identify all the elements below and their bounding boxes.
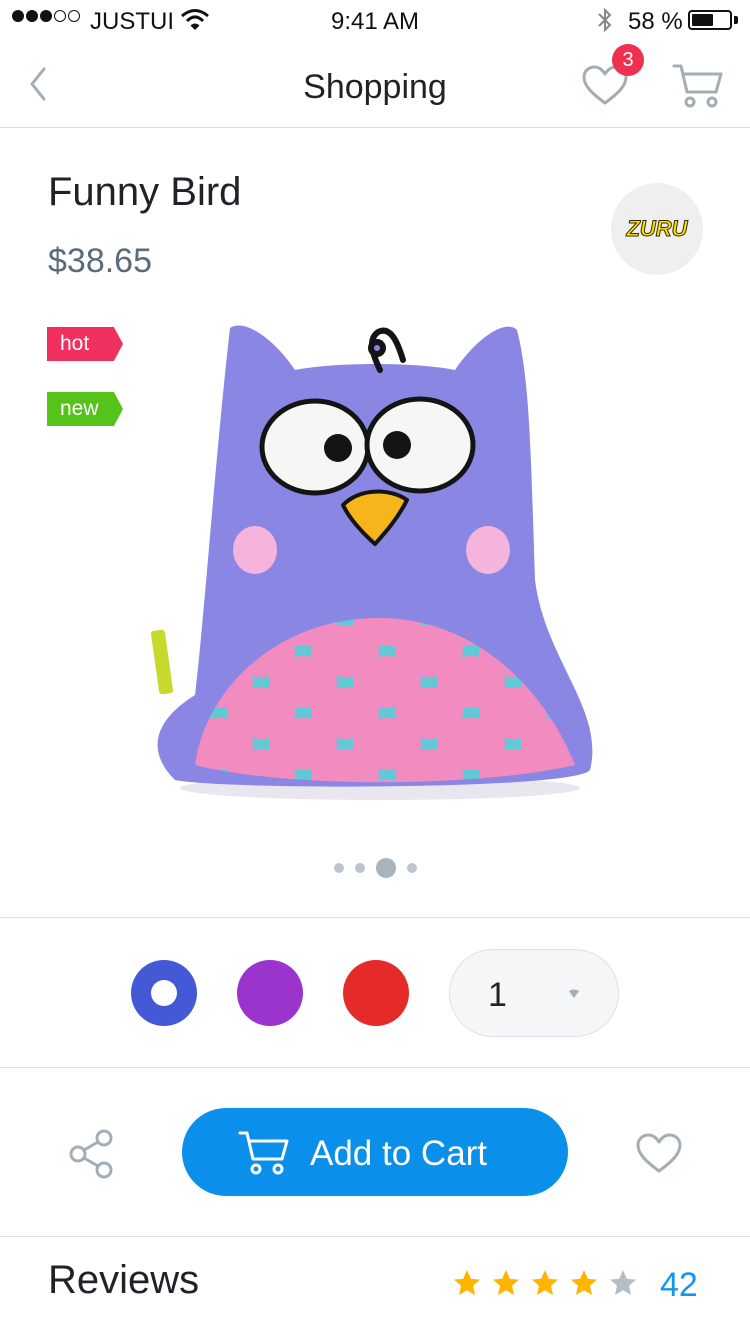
battery-icon (688, 10, 732, 30)
battery-tip (734, 16, 738, 24)
color-swatch-red[interactable] (343, 960, 409, 1026)
heart-icon[interactable] (634, 1130, 684, 1176)
tag-new: new (47, 392, 123, 426)
tag-hot: hot (47, 327, 123, 361)
product-image[interactable] (135, 310, 615, 820)
color-swatch-blue[interactable] (131, 960, 197, 1026)
brand-logo[interactable]: ZURU (611, 183, 703, 275)
pager-dot[interactable] (375, 858, 396, 878)
pager-dot[interactable] (406, 863, 417, 873)
add-to-cart-button[interactable]: Add to Cart (182, 1108, 568, 1196)
add-to-cart-label: Add to Cart (310, 1134, 488, 1173)
image-pager (0, 858, 750, 878)
share-icon[interactable] (66, 1128, 118, 1180)
star-icon (493, 1270, 519, 1295)
divider (0, 917, 750, 918)
star-icon (610, 1270, 636, 1295)
quantity-select[interactable]: 1 (449, 949, 619, 1037)
navigation-bar: Shopping 3 (0, 40, 750, 128)
brand-name: ZURU (626, 216, 688, 242)
page-title: Shopping (303, 68, 447, 106)
battery-level (692, 14, 713, 26)
star-icon (571, 1270, 597, 1295)
star-icon (454, 1270, 480, 1295)
color-swatch-purple[interactable] (237, 960, 303, 1026)
divider (0, 1067, 750, 1068)
status-bar: JUSTUI 9:41 AM 58 % (0, 0, 750, 40)
pager-dot[interactable] (333, 863, 344, 873)
bluetooth-icon (598, 7, 612, 33)
divider (0, 1236, 750, 1237)
reviews-title: Reviews (48, 1258, 200, 1302)
star-icon (532, 1270, 558, 1295)
favorites-badge: 3 (612, 44, 644, 76)
dropdown-caret-icon (569, 989, 579, 998)
reviews-count[interactable]: 42 (660, 1266, 698, 1305)
quantity-value: 1 (488, 976, 507, 1014)
product-screen: JUSTUI 9:41 AM 58 % Shopping 3 Funny Bir… (0, 0, 750, 1334)
rating-stars[interactable] (452, 1268, 638, 1298)
cart-icon[interactable] (672, 62, 724, 110)
cart-icon (238, 1131, 289, 1175)
battery-percent: 58 % (628, 8, 683, 35)
product-name: Funny Bird (48, 170, 242, 214)
product-price: $38.65 (48, 242, 152, 280)
pager-dot[interactable] (354, 863, 365, 873)
